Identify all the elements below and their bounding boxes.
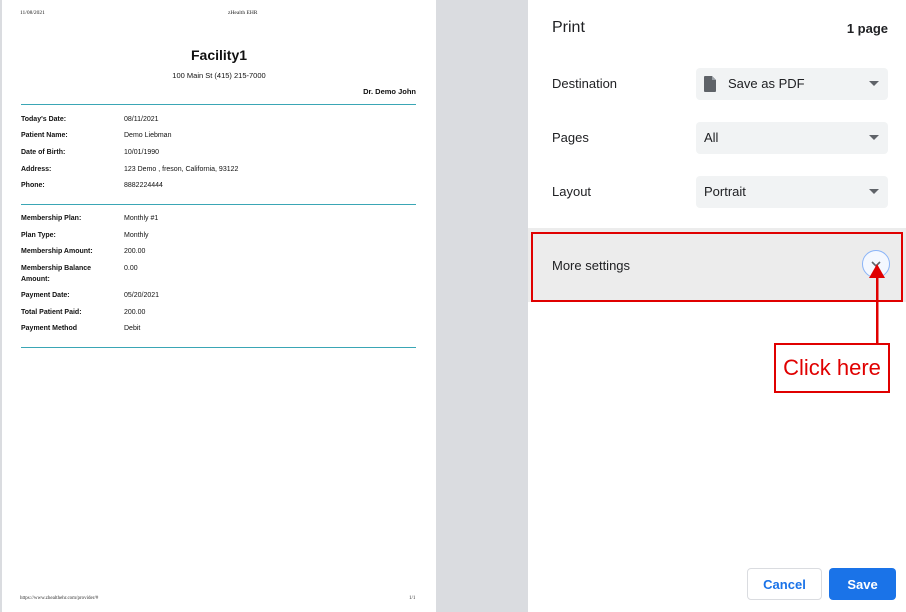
caret-down-icon	[869, 135, 879, 140]
save-button[interactable]: Save	[829, 568, 896, 600]
info-label: Date of Birth:	[21, 149, 66, 156]
preview-header-date: 11/08/2021	[20, 10, 45, 16]
info-value: Monthly #1	[124, 215, 159, 222]
pages-label: Pages	[552, 130, 589, 145]
info-value: 200.00	[124, 309, 146, 316]
preview-footer-page: 1/1	[409, 596, 416, 601]
print-settings-panel: Print 1 page Destination Save as PDF Pag…	[528, 0, 906, 612]
info-label: Plan Type:	[21, 232, 56, 239]
pages-select[interactable]: All	[696, 122, 888, 154]
info-value: 05/20/2021	[124, 292, 160, 299]
file-icon	[704, 76, 716, 92]
destination-label: Destination	[552, 76, 618, 91]
info-label: Phone:	[21, 182, 45, 189]
info-value: Debit	[124, 325, 141, 332]
layout-label: Layout	[552, 184, 592, 199]
info-value: 200.00	[124, 248, 146, 255]
info-label: Payment Method	[21, 325, 78, 332]
page-count: 1 page	[846, 21, 888, 36]
more-settings-label: More settings	[552, 258, 631, 273]
pages-value: All	[704, 130, 719, 145]
info-value: 0.00	[124, 265, 138, 272]
preview-footer-url: https://www.zhealthehr.com/provider/#	[20, 596, 99, 601]
divider-rule	[21, 347, 416, 348]
info-label: Address:	[21, 166, 52, 173]
destination-value: Save as PDF	[728, 76, 805, 91]
facility-address: 100 Main St (415) 215-7000	[172, 71, 266, 80]
more-settings-row[interactable]: More settings	[528, 228, 906, 302]
info-value: 08/11/2021	[124, 116, 159, 123]
info-label: Total Patient Paid:	[21, 309, 82, 316]
info-label: Payment Date:	[21, 292, 70, 299]
annotation-arrow-icon	[869, 264, 885, 344]
info-label: Membership Plan:	[21, 215, 82, 222]
info-label: Patient Name:	[21, 132, 68, 139]
layout-select[interactable]: Portrait	[696, 176, 888, 208]
facility-name: Facility1	[190, 47, 248, 63]
caret-down-icon	[869, 189, 879, 194]
info-label: Membership Balance Amount:	[21, 265, 92, 283]
info-value: 123 Demo , freson, California, 93122	[124, 166, 239, 173]
doctor-name: Dr. Demo John	[363, 87, 416, 96]
preview-header-app: zHealth EHR	[228, 10, 258, 16]
panel-title: Print	[552, 19, 585, 36]
info-label: Membership Amount:	[21, 248, 93, 255]
info-value: Demo Liebman	[124, 132, 172, 139]
annotation-label: Click here	[774, 343, 890, 393]
divider-rule	[21, 104, 416, 105]
info-label: Today's Date:	[21, 116, 67, 123]
info-value: 10/01/1990	[124, 149, 160, 156]
divider-rule	[21, 204, 416, 205]
cancel-button[interactable]: Cancel	[747, 568, 822, 600]
print-preview-area: 11/08/2021 zHealth EHR Facility1 100 Mai…	[0, 0, 528, 612]
layout-value: Portrait	[704, 184, 746, 199]
info-value: 8882224444	[124, 182, 163, 189]
preview-page: 11/08/2021 zHealth EHR Facility1 100 Mai…	[2, 0, 436, 612]
info-value: Monthly	[124, 232, 149, 239]
caret-down-icon	[869, 81, 879, 86]
destination-select[interactable]: Save as PDF	[696, 68, 888, 100]
